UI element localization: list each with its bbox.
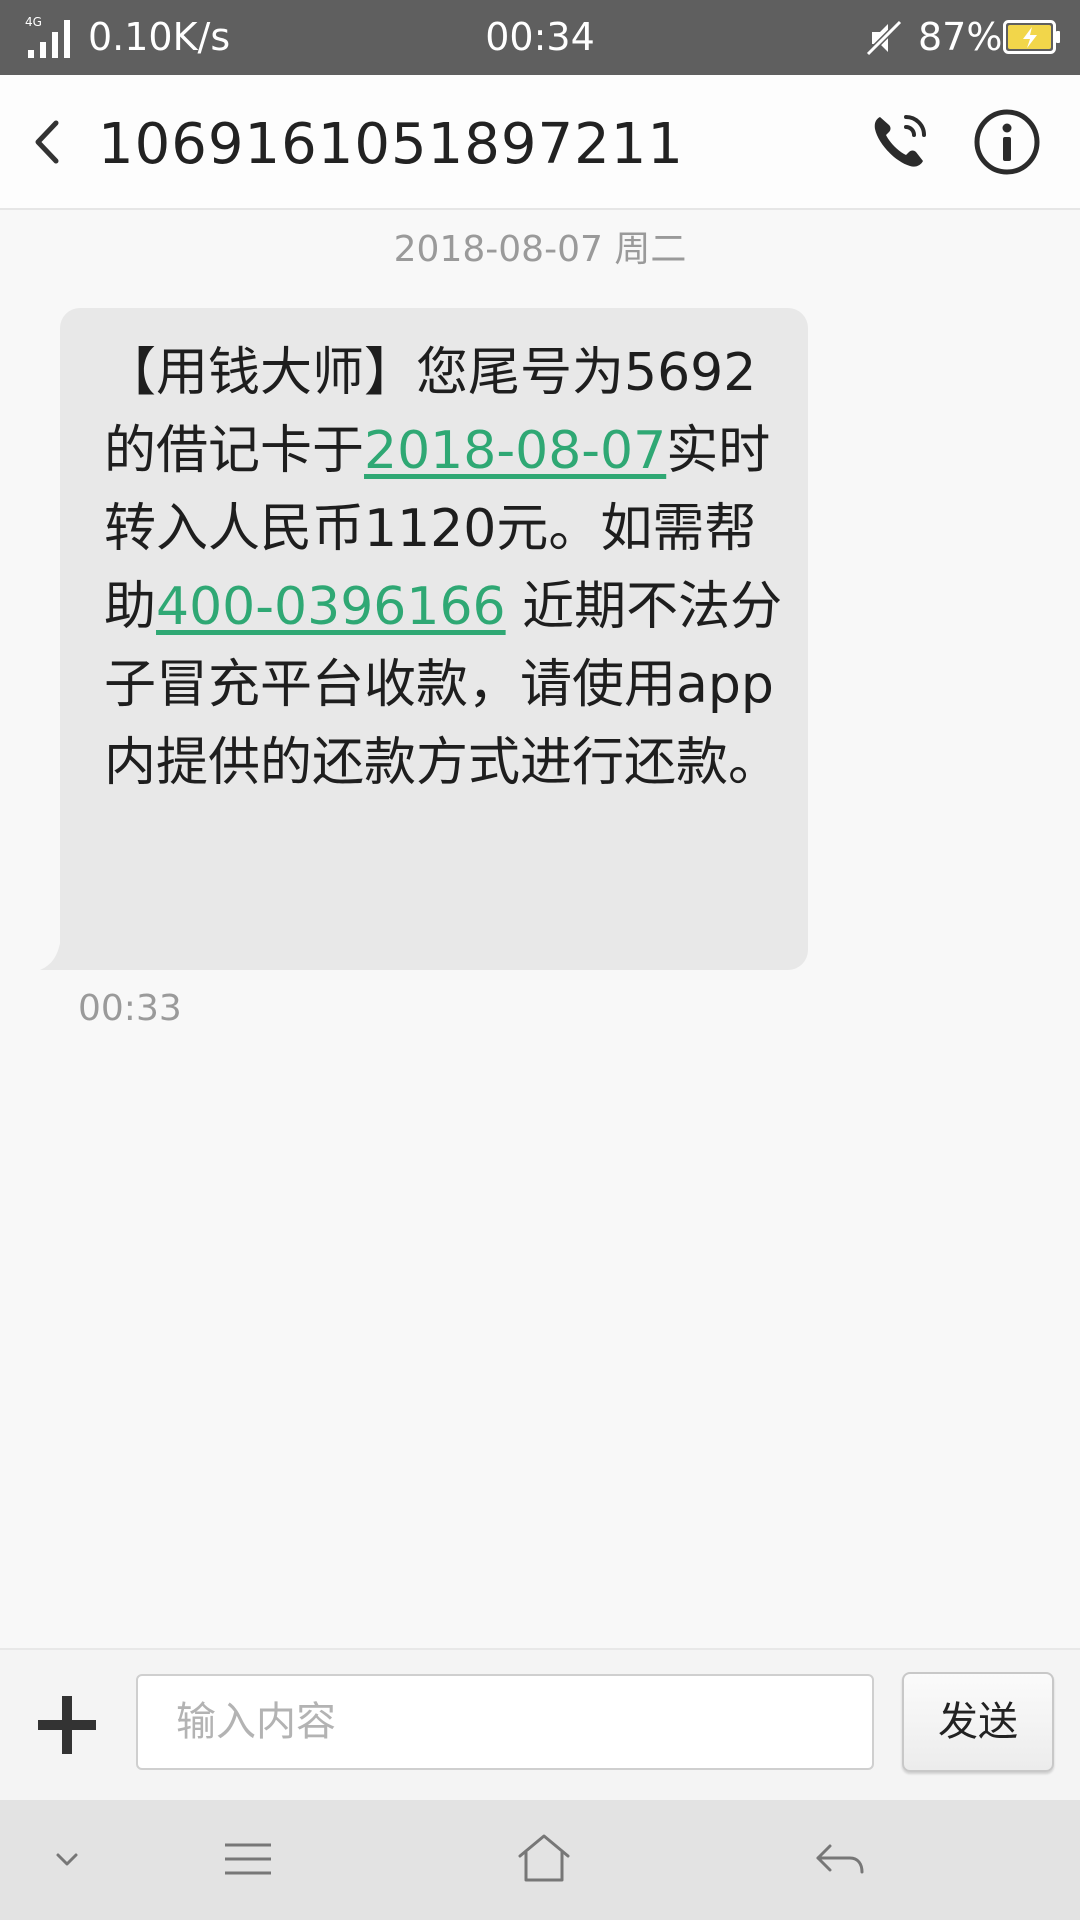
home-icon[interactable] [516, 1832, 572, 1884]
phone-number-link[interactable]: 400-0396166 [156, 577, 506, 637]
menu-icon[interactable] [222, 1836, 274, 1884]
info-icon [974, 109, 1040, 175]
status-bar: 4G 0.10K/s 00:34 87% [0, 0, 1080, 75]
phone-icon [874, 115, 926, 167]
date-link[interactable]: 2018-08-07 [364, 421, 666, 481]
message-input[interactable] [136, 1674, 874, 1770]
compose-bar: 发送 [0, 1648, 1080, 1802]
contact-number-title: 1069161051897211 [98, 112, 685, 177]
battery-charging-icon [1003, 20, 1060, 54]
message-text: 【用钱大师】您尾号为5692的借记卡于2018-08-07实时转入人民币1120… [104, 334, 784, 802]
battery-percent: 87% [918, 15, 1003, 59]
info-button[interactable] [972, 107, 1042, 177]
incoming-message-bubble[interactable]: 【用钱大师】您尾号为5692的借记卡于2018-08-07实时转入人民币1120… [60, 308, 808, 970]
back-arrow-icon[interactable] [812, 1836, 868, 1884]
conversation-header: 1069161051897211 [0, 75, 1080, 210]
add-attachment-button[interactable] [36, 1694, 98, 1756]
message-timestamp: 00:33 [78, 988, 182, 1029]
plus-icon [38, 1696, 96, 1754]
mute-icon [865, 19, 903, 57]
date-separator: 2018-08-07 周二 [393, 229, 687, 270]
system-nav-bar [0, 1800, 1080, 1920]
send-button[interactable]: 发送 [902, 1672, 1054, 1772]
chevron-down-icon[interactable] [50, 1836, 84, 1884]
call-button[interactable] [866, 107, 934, 175]
back-button[interactable] [26, 113, 72, 171]
